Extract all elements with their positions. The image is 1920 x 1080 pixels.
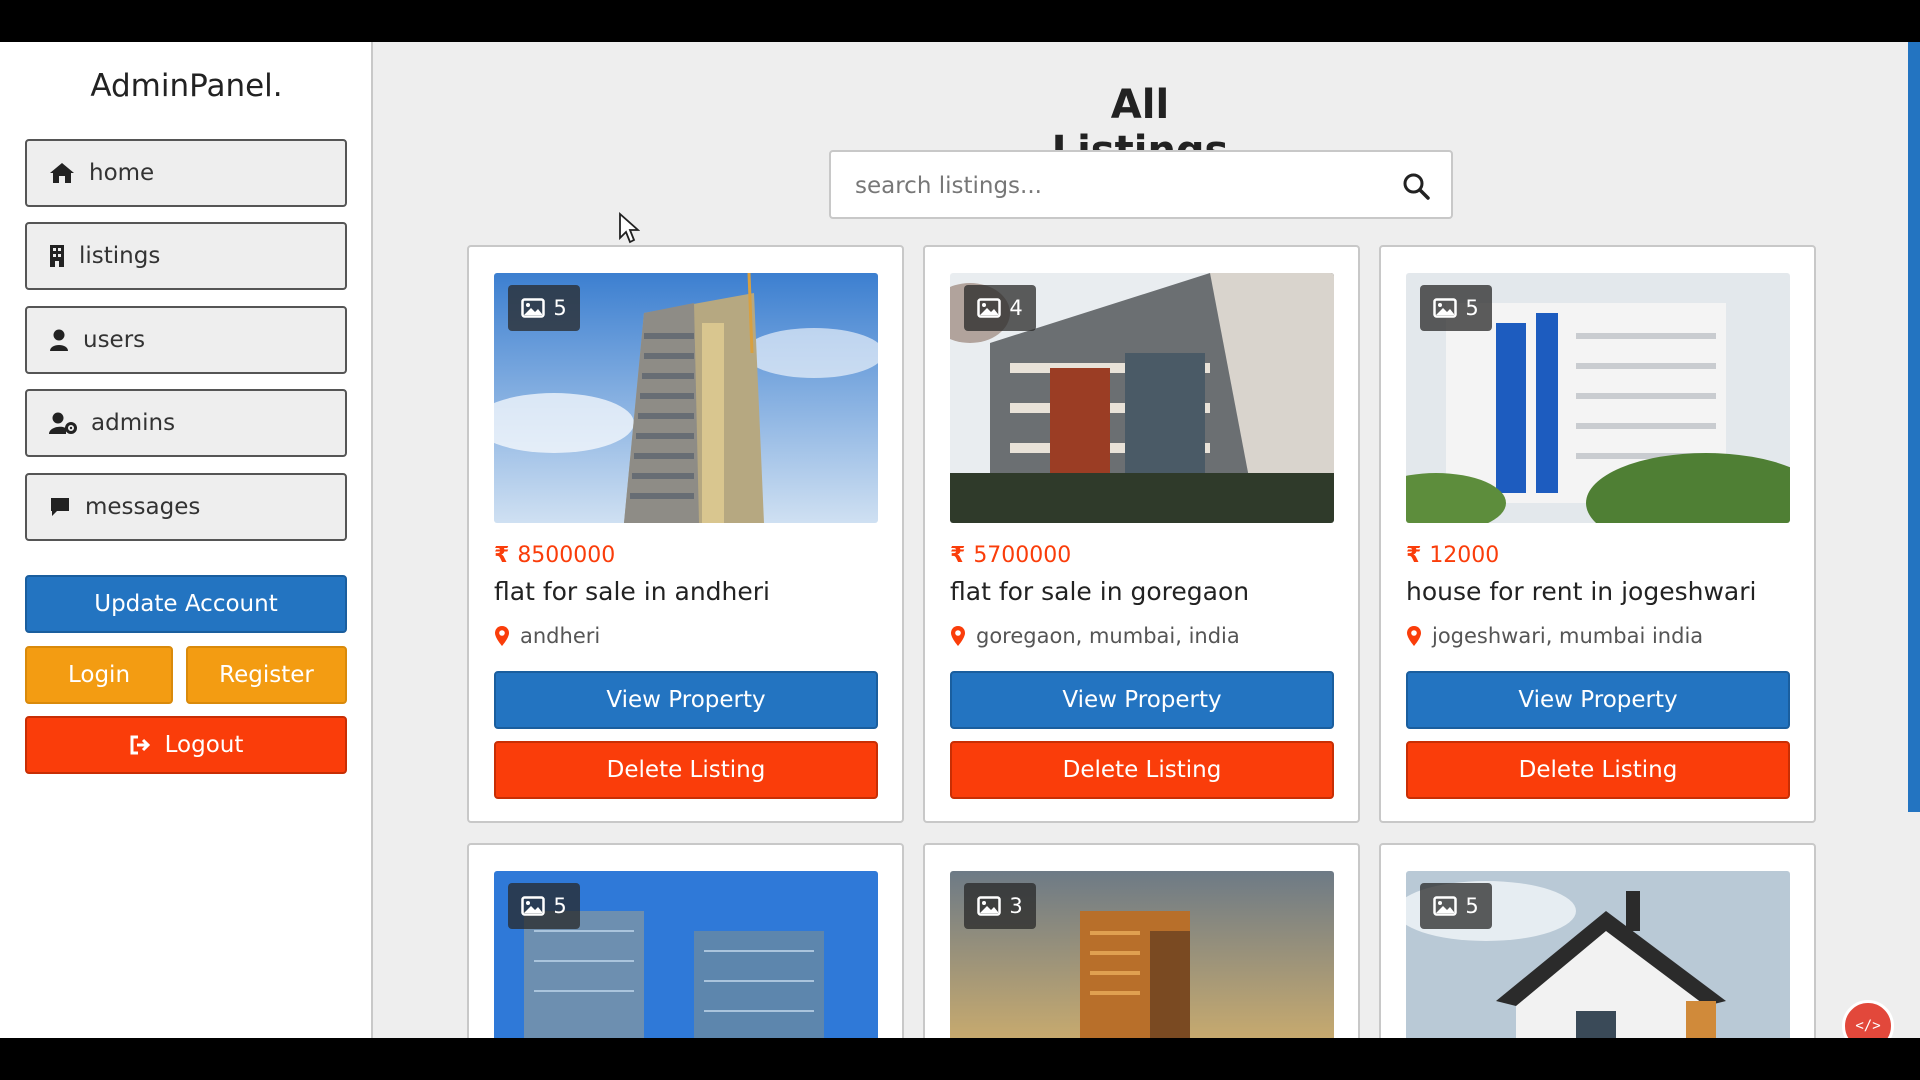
listing-card: 3 — [923, 843, 1360, 1038]
listing-title: flat for sale in goregaon — [950, 577, 1250, 606]
image-icon — [1433, 298, 1458, 318]
image-count: 5 — [1465, 296, 1479, 320]
image-icon — [521, 896, 546, 916]
sidebar-item-listings[interactable]: listings — [25, 222, 347, 290]
delete-listing-button[interactable]: Delete Listing — [494, 741, 878, 799]
map-marker-icon — [495, 626, 509, 646]
price-value: 12000 — [1429, 543, 1500, 568]
user-icon — [50, 329, 68, 351]
sidebar-item-label: users — [83, 327, 146, 353]
listing-image[interactable]: 5 — [1406, 273, 1790, 523]
image-count: 3 — [1009, 894, 1023, 918]
home-icon — [50, 163, 74, 183]
location-text: goregaon, mumbai, india — [976, 624, 1240, 648]
image-count-badge: 5 — [1420, 285, 1492, 331]
image-count-badge: 4 — [964, 285, 1036, 331]
sidebar-item-label: listings — [79, 243, 161, 269]
image-icon — [977, 298, 1002, 318]
login-button[interactable]: Login — [25, 646, 173, 704]
listing-image[interactable]: 5 — [1406, 871, 1790, 1038]
rupee-icon: ₹ — [950, 543, 966, 568]
listing-location: jogeshwari, mumbai india — [1406, 624, 1703, 648]
rupee-icon: ₹ — [1406, 543, 1422, 568]
image-count: 4 — [1009, 296, 1023, 320]
listing-price: ₹12000 — [1406, 543, 1499, 568]
image-count-badge: 5 — [1420, 883, 1492, 929]
listing-card: 5 ₹12000 house for rent in jogeshwari jo… — [1379, 245, 1816, 823]
map-marker-icon — [1407, 626, 1421, 646]
cursor-icon — [619, 212, 640, 244]
listing-image[interactable]: 5 — [494, 871, 878, 1038]
app-window: AdminPanel. home listings users admins m… — [0, 42, 1920, 1038]
user-cog-icon — [49, 412, 77, 434]
view-property-button[interactable]: View Property — [950, 671, 1334, 729]
listing-card: 4 ₹5700000 flat for sale in goregaon gor… — [923, 245, 1360, 823]
price-value: 8500000 — [517, 543, 616, 568]
comment-icon — [51, 498, 69, 516]
view-property-button[interactable]: View Property — [1406, 671, 1790, 729]
search-icon[interactable] — [1402, 172, 1430, 200]
image-count: 5 — [1465, 894, 1479, 918]
listing-location: goregaon, mumbai, india — [950, 624, 1240, 648]
image-icon — [977, 896, 1002, 916]
scrollbar-thumb[interactable] — [1908, 42, 1920, 812]
listing-location: andheri — [494, 624, 600, 648]
logo: AdminPanel. — [90, 68, 283, 104]
update-account-button[interactable]: Update Account — [25, 575, 347, 633]
delete-listing-button[interactable]: Delete Listing — [950, 741, 1334, 799]
location-text: andheri — [520, 624, 601, 648]
logout-label: Logout — [164, 732, 244, 758]
register-button[interactable]: Register — [186, 646, 347, 704]
image-count-badge: 5 — [508, 285, 580, 331]
letterbox-bottom — [0, 1038, 1920, 1080]
sidebar-item-label: admins — [91, 410, 176, 436]
image-icon — [521, 298, 546, 318]
sidebar-item-label: messages — [85, 494, 201, 520]
search-input[interactable] — [855, 168, 1375, 204]
listing-card: 5 ₹8500000 flat for sale in andheri andh… — [467, 245, 904, 823]
sidebar-item-label: home — [89, 160, 155, 186]
delete-listing-button[interactable]: Delete Listing — [1406, 741, 1790, 799]
image-count: 5 — [553, 894, 567, 918]
sidebar-item-users[interactable]: users — [25, 306, 347, 374]
listing-image[interactable]: 5 — [494, 273, 878, 523]
listing-card: 5 — [467, 843, 904, 1038]
sidebar: AdminPanel. home listings users admins m… — [0, 42, 373, 1038]
image-count-badge: 3 — [964, 883, 1036, 929]
map-marker-icon — [951, 626, 965, 646]
logout-button[interactable]: Logout — [25, 716, 347, 774]
listing-image[interactable]: 3 — [950, 871, 1334, 1038]
listing-price: ₹5700000 — [950, 543, 1071, 568]
search-box — [829, 150, 1453, 219]
image-count: 5 — [553, 296, 567, 320]
sidebar-item-messages[interactable]: messages — [25, 473, 347, 541]
image-count-badge: 5 — [508, 883, 580, 929]
listing-card: 5 — [1379, 843, 1816, 1038]
rupee-icon: ₹ — [494, 543, 510, 568]
image-icon — [1433, 896, 1458, 916]
logout-icon — [130, 735, 150, 755]
location-text: jogeshwari, mumbai india — [1432, 624, 1704, 648]
sidebar-item-home[interactable]: home — [25, 139, 347, 207]
listing-image[interactable]: 4 — [950, 273, 1334, 523]
view-property-button[interactable]: View Property — [494, 671, 878, 729]
building-icon — [50, 245, 64, 267]
listing-title: house for rent in jogeshwari — [1406, 577, 1757, 606]
listing-price: ₹8500000 — [494, 543, 615, 568]
code-icon[interactable]: </> — [1842, 1000, 1894, 1038]
price-value: 5700000 — [973, 543, 1072, 568]
sidebar-item-admins[interactable]: admins — [25, 389, 347, 457]
listing-title: flat for sale in andheri — [494, 577, 770, 606]
